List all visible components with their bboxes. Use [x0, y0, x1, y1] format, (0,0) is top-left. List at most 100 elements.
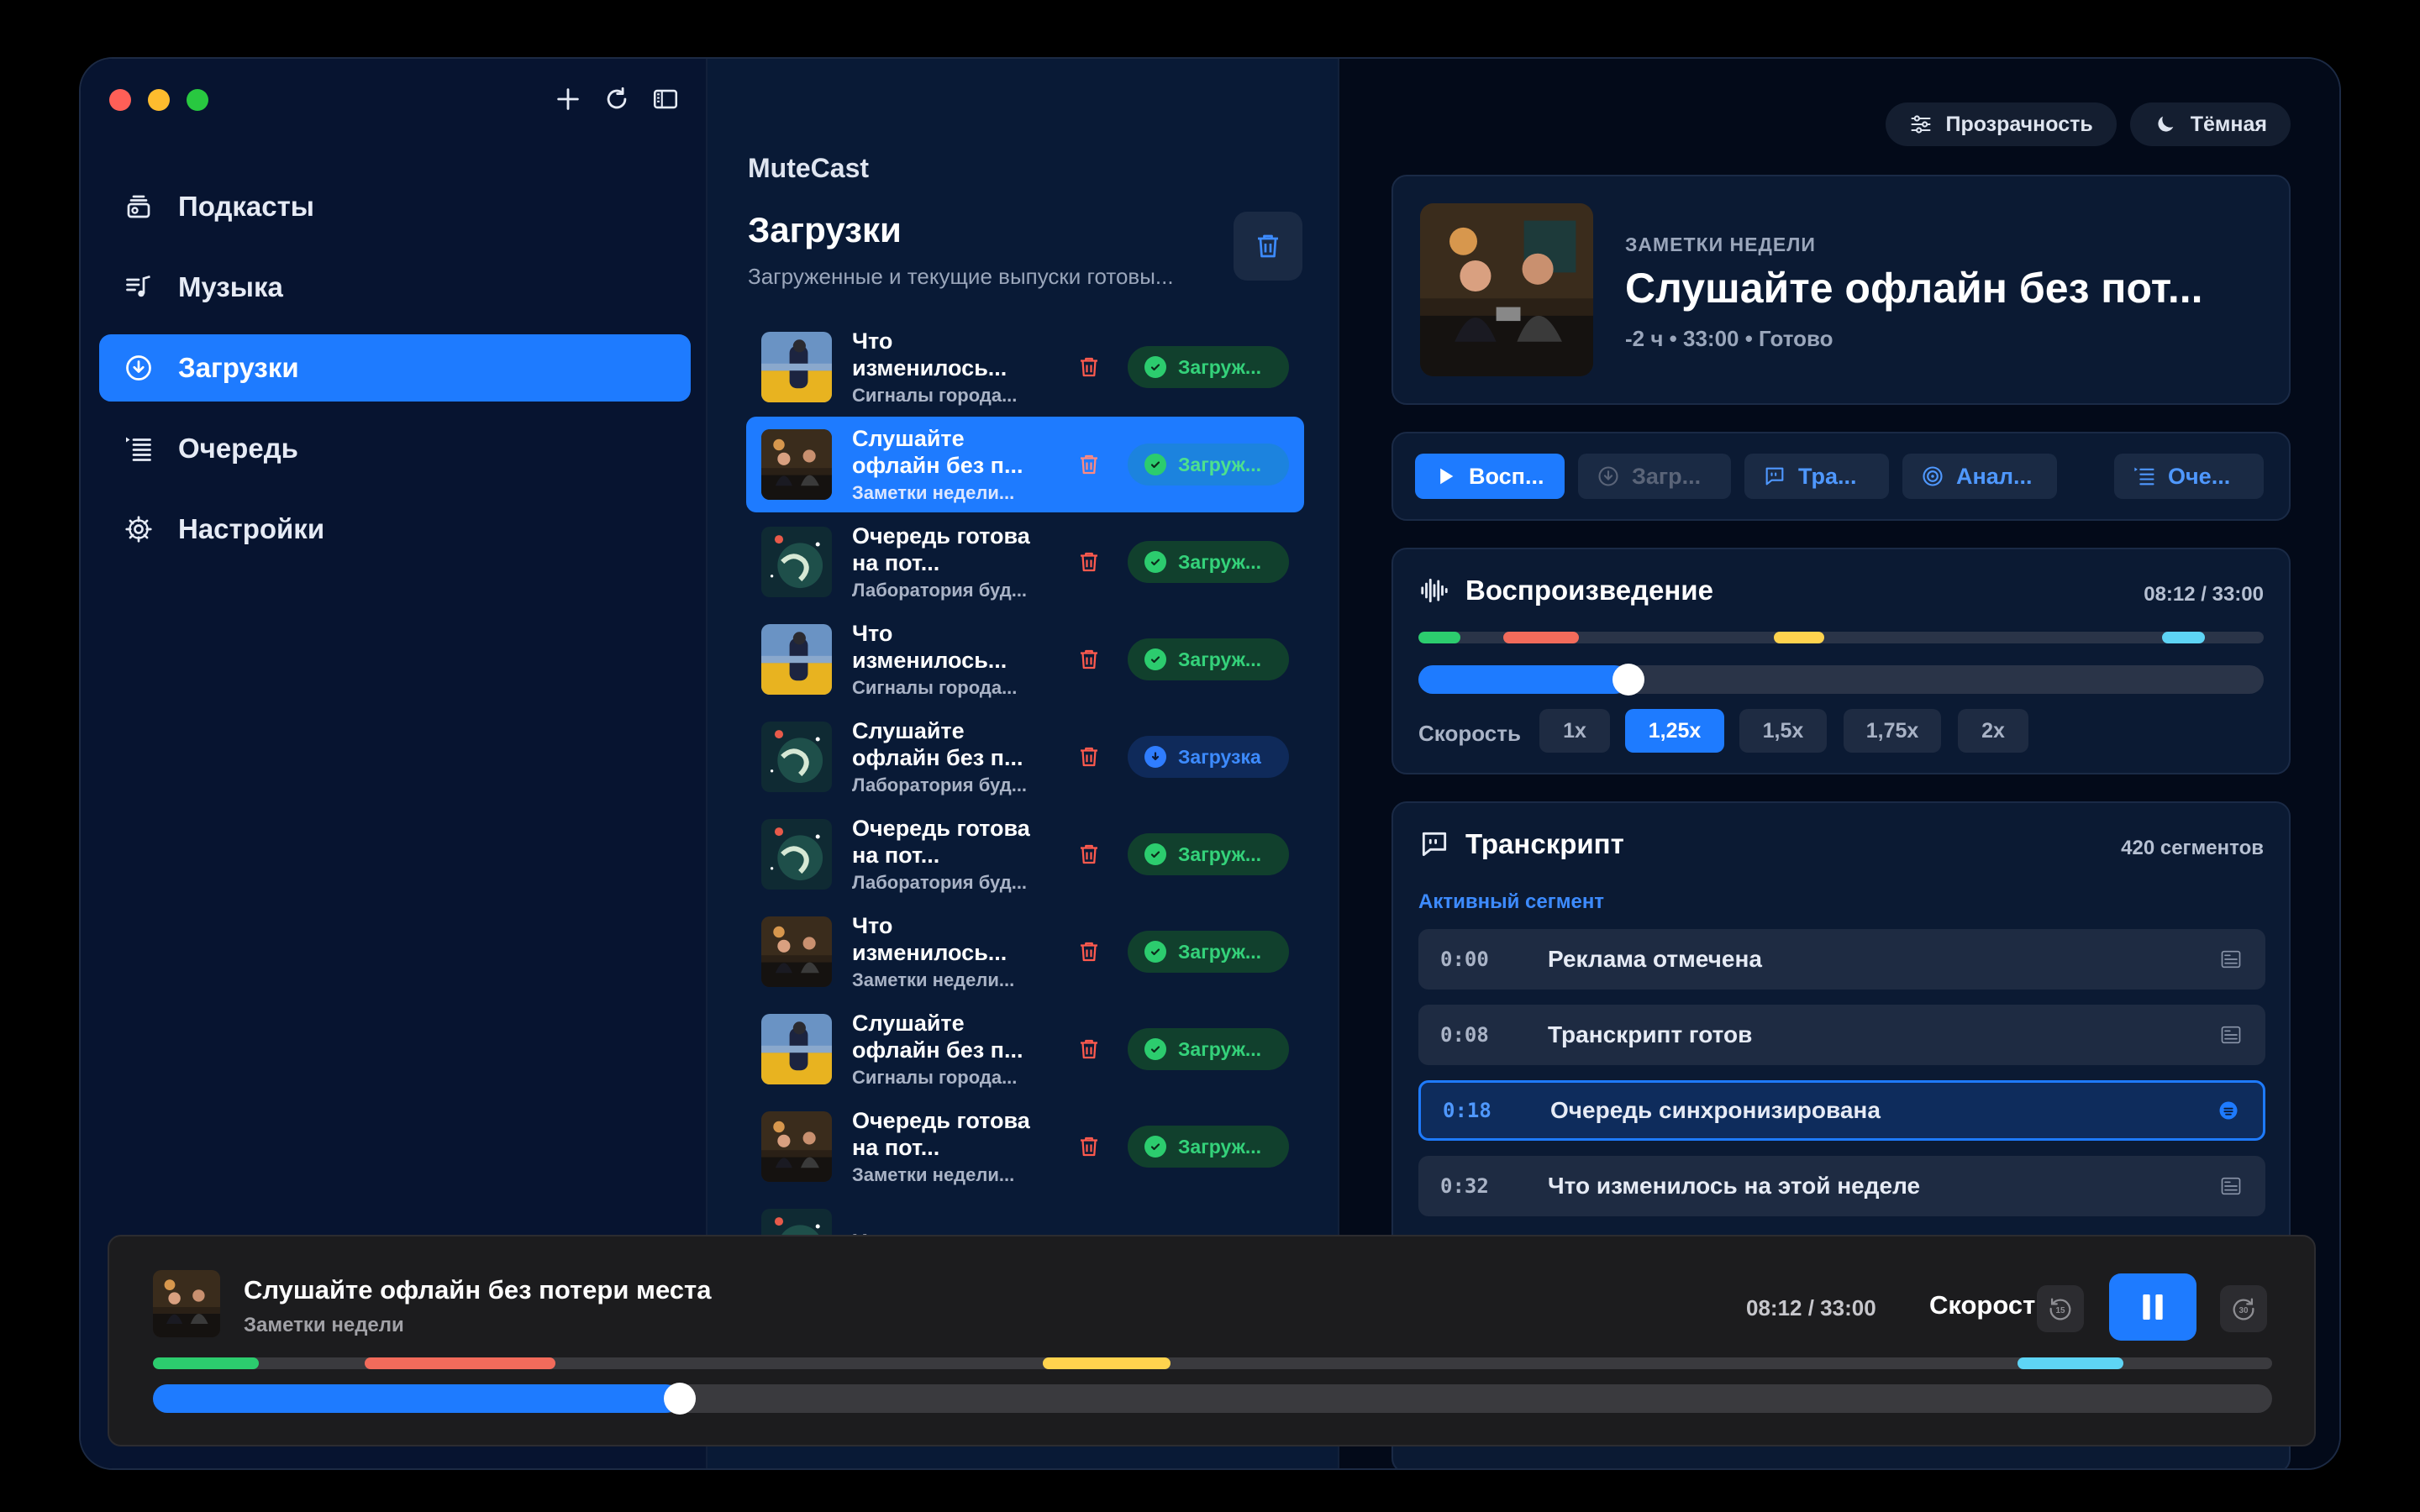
list-item-show: Сигналы города... [852, 385, 1018, 406]
skip-back-button[interactable]: 15 [2037, 1285, 2084, 1332]
transcript-icon [1422, 832, 1447, 857]
downloading-icon [1144, 746, 1166, 768]
list-item[interactable]: Что изменилось... Сигналы города... Загр… [746, 319, 1304, 415]
speed-label: Скорость [1418, 721, 1521, 746]
close-window-button[interactable] [109, 89, 131, 111]
list-item[interactable]: Очередь готова на пот... Лаборатория буд… [746, 806, 1304, 902]
download-button[interactable]: Загр... [1578, 454, 1731, 499]
playback-scrubber[interactable] [1418, 664, 2264, 696]
sidebar-item-settings[interactable]: Настройки [99, 496, 691, 563]
sliders-icon [1910, 115, 1931, 134]
delete-download-button[interactable] [1074, 742, 1104, 772]
play-button[interactable]: Восп... [1415, 454, 1565, 499]
play-label: Восп... [1469, 463, 1544, 489]
chapter-marker[interactable] [365, 1357, 556, 1369]
app-window: Подкасты Музыка Загрузки Очередь Настрой… [79, 57, 2341, 1470]
checkmark-icon [1144, 843, 1166, 865]
pause-icon [2143, 1294, 2163, 1320]
chapter-marker[interactable] [2162, 632, 2205, 643]
transparency-button[interactable]: Прозрачность [1885, 102, 2117, 146]
transcript-segment[interactable]: 0:18 Очередь синхронизирована [1418, 1080, 2265, 1141]
skip-forward-button[interactable]: 30 [2220, 1285, 2267, 1332]
queue-label: Оче... [2168, 463, 2231, 489]
speed-option-1x[interactable]: 1x [1539, 709, 1610, 753]
list-item[interactable]: Очередь готова на пот... Лаборатория буд… [746, 514, 1304, 610]
refresh-icon[interactable] [600, 81, 634, 118]
segment-notes-icon[interactable] [2218, 1022, 2244, 1047]
delete-all-button[interactable] [1234, 212, 1302, 281]
delete-download-button[interactable] [1074, 937, 1104, 967]
checkmark-icon [1144, 941, 1166, 963]
delete-download-button[interactable] [1074, 547, 1104, 577]
chapter-marker[interactable] [1418, 632, 1461, 643]
list-item-show: Лаборатория буд... [852, 872, 1028, 893]
theme-button[interactable]: Тёмная [2129, 102, 2291, 146]
list-item[interactable]: Что изменилось... Заметки недели... Загр… [746, 904, 1304, 1000]
delete-download-button[interactable] [1074, 644, 1104, 675]
delete-download-button[interactable] [1074, 1131, 1104, 1162]
sidebar-item-podcasts[interactable]: Подкасты [99, 173, 691, 240]
chapter-marker[interactable] [2018, 1357, 2124, 1369]
transcript-label: Тра... [1798, 463, 1857, 489]
list-item[interactable]: Слушайте офлайн без п... Лаборатория буд… [746, 709, 1304, 805]
list-item[interactable]: Слушайте офлайн без п... Сигналы города.… [746, 1001, 1304, 1097]
chapter-marker[interactable] [1502, 632, 1580, 643]
sidebar-item-downloads[interactable]: Загрузки [99, 334, 691, 402]
speed-option-1-5x[interactable]: 1,5x [1739, 709, 1827, 753]
list-item-text: Очередь готова на пот... Лаборатория буд… [852, 815, 1037, 894]
speed-button[interactable]: Скорость [1929, 1290, 2051, 1320]
speed-option-1-75x[interactable]: 1,75x [1844, 709, 1941, 753]
transcript-icon [1765, 467, 1784, 486]
list-item-show: Лаборатория буд... [852, 774, 1028, 795]
segment-text: Что изменилось на этой неделе [1548, 1173, 1921, 1199]
list-item[interactable]: Очередь готова на пот... Заметки недели.… [746, 1099, 1304, 1194]
pause-button[interactable] [2109, 1273, 2196, 1341]
chapter-marker[interactable] [1773, 632, 1824, 643]
list-item[interactable]: Что изменилось... Сигналы города... Загр… [746, 612, 1304, 707]
queue-button[interactable]: Оче... [2114, 454, 2264, 499]
sidebar-toggle-icon[interactable] [649, 81, 682, 118]
delete-download-button[interactable] [1074, 352, 1104, 382]
transcript-segment[interactable]: 0:08 Транскрипт готов [1418, 1005, 2265, 1065]
mini-player: Слушайте офлайн без потери места Заметки… [108, 1235, 2316, 1446]
list-item-title: Что изменилось... [852, 621, 1007, 673]
minimize-window-button[interactable] [148, 89, 170, 111]
speed-option-1-25x[interactable]: 1,25x [1625, 709, 1724, 753]
segment-notes-icon[interactable] [2218, 947, 2244, 972]
svg-text:15: 15 [2055, 1306, 2065, 1315]
mini-scrubber-knob[interactable] [663, 1383, 696, 1415]
episode-thumbnail [761, 332, 832, 402]
list-item-title: Что изменилось... [852, 913, 1007, 965]
trash-icon [1081, 552, 1097, 572]
plus-icon[interactable] [551, 81, 585, 118]
sidebar-item-queue[interactable]: Очередь [99, 415, 691, 482]
playback-scrubber-knob[interactable] [1612, 664, 1644, 696]
analysis-button[interactable]: Анал... [1902, 454, 2057, 499]
segment-notes-icon[interactable] [2218, 1173, 2244, 1199]
zoom-window-button[interactable] [187, 89, 208, 111]
delete-download-button[interactable] [1074, 449, 1104, 480]
svg-text:30: 30 [2238, 1306, 2249, 1315]
delete-download-button[interactable] [1074, 1034, 1104, 1064]
transcript-button[interactable]: Тра... [1744, 454, 1889, 499]
active-segment-icon[interactable] [2216, 1098, 2241, 1123]
transcript-segment[interactable]: 0:32 Что изменилось на этой неделе [1418, 1156, 2265, 1216]
episode-artwork [1420, 203, 1593, 376]
list-item-text: Очередь готова на пот... Заметки недели.… [852, 1107, 1037, 1186]
mini-player-scrubber[interactable] [153, 1383, 2272, 1415]
list-item[interactable]: Слушайте офлайн без п... Заметки недели.… [746, 417, 1304, 512]
chapter-marker[interactable] [1043, 1357, 1171, 1369]
chapter-marker[interactable] [153, 1357, 260, 1369]
checkmark-icon [1144, 1136, 1166, 1158]
transcript-segment[interactable]: 0:00 Реклама отмечена [1418, 929, 2265, 990]
download-status-badge: Загруж... [1128, 1126, 1289, 1168]
sidebar-item-music[interactable]: Музыка [99, 254, 691, 321]
appearance-controls: Прозрачность Тёмная [1885, 102, 2291, 146]
segment-text: Транскрипт готов [1548, 1021, 1753, 1047]
download-status-label: Загруж... [1178, 940, 1262, 963]
trash-icon [1081, 747, 1097, 767]
episode-title: Слушайте офлайн без пот... [1625, 265, 2203, 312]
speed-option-2x[interactable]: 2x [1958, 709, 2028, 753]
delete-download-button[interactable] [1074, 839, 1104, 869]
download-status-label: Загруж... [1178, 550, 1262, 573]
